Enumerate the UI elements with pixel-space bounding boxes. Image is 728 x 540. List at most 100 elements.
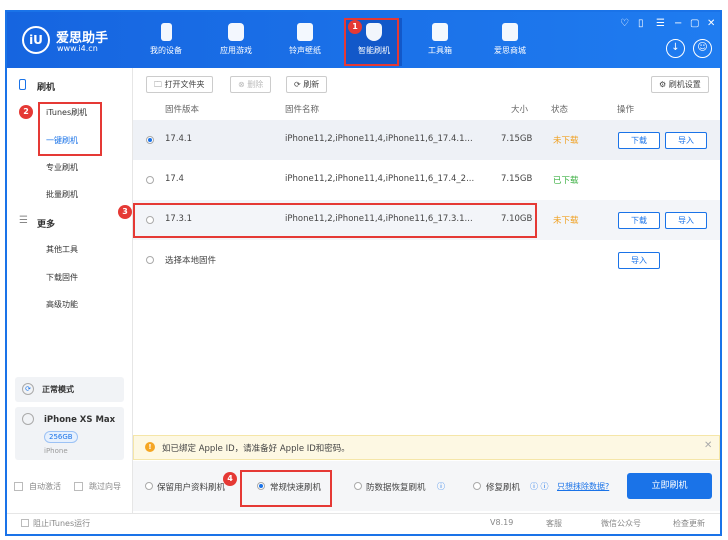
import-button[interactable]: 导入 [618,252,660,269]
app-url: www.i4.cn [57,44,98,53]
import-button[interactable]: 导入 [665,132,707,149]
download-button[interactable]: 下载 [618,132,660,149]
download-icon[interactable]: ↓ [666,39,685,58]
flash-settings-button[interactable]: ⚙ 刷机设置 [651,76,709,93]
user-icon[interactable]: ☺ [693,39,712,58]
open-folder-button[interactable]: 🗀 打开文件夹 [146,76,213,93]
flash-now-button[interactable]: 立即刷机 [627,473,712,499]
sidebar-item-pro-flash[interactable]: 专业刷机 [46,162,78,173]
annotation-badge: 3 [118,205,132,219]
notice-text: 如已绑定 Apple ID，请准备好 Apple ID和密码。 [162,444,350,454]
device-name: iPhone XS Max [44,415,116,425]
version: 17.4 [165,174,184,184]
mode-panel: ⟳ 正常模式 [15,377,124,402]
cube-icon [228,23,244,41]
skip-guide-label: 跳过向导 [89,482,121,491]
gear-icon: ⚙ [659,80,669,89]
auto-activate-label: 自动激活 [29,482,61,491]
import-button[interactable]: 导入 [665,212,707,229]
nav-store[interactable]: 爱思商城 [482,18,538,66]
row-radio[interactable] [146,176,154,184]
shirt-icon[interactable]: ♡ [620,18,629,29]
wechat-link[interactable]: 微信公众号 [601,518,641,529]
header-actions: 操作 [617,105,635,115]
sidebar-item-other-tools[interactable]: 其他工具 [46,244,78,255]
size: 7.15GB [501,134,533,144]
highlight-box-3 [133,203,537,238]
delete-button[interactable]: ⊗ 删除 [230,76,272,93]
help-icon[interactable]: ⓘ ⓘ [530,481,549,492]
row-radio[interactable] [146,136,154,144]
storage-badge: 256GB [44,431,78,443]
annotation-badge: 4 [223,472,237,486]
music-folder-icon [297,23,313,41]
row-radio[interactable] [146,256,154,264]
option-anti-recovery[interactable]: 防数据恢复刷机 [366,481,426,493]
block-itunes-checkbox[interactable] [21,519,29,527]
phone-icon [22,413,34,425]
label: 刷新 [303,80,320,89]
refresh-icon: ⟳ [294,80,304,89]
folder-icon: 🗀 [154,80,165,89]
download-button[interactable]: 下载 [618,212,660,229]
option-repair-flash[interactable]: 修复刷机 [486,481,520,493]
sync-icon: ⟳ [22,383,34,395]
sidebar-item-download-firmware[interactable]: 下载固件 [46,272,78,283]
option-keep-data[interactable]: 保留用户资料刷机 [157,481,225,493]
help-icon[interactable]: ⓘ [437,481,445,492]
skip-guide-checkbox[interactable] [74,482,83,491]
option-radio-anti-recovery[interactable] [354,482,362,490]
nav-label: 爱思商城 [494,46,526,55]
sidebar-section-more: 更多 [37,220,56,230]
phone-icon [160,23,172,41]
nav-label: 铃声壁纸 [289,46,321,55]
erase-data-link[interactable]: 只想抹除数据? [557,481,609,492]
highlight-box-2 [38,102,102,156]
firmware-name: iPhone11,2,iPhone11,4,iPhone11,6_17.4.1.… [285,134,473,144]
mode-label: 正常模式 [42,385,74,394]
table-row[interactable]: 选择本地固件 导入 [133,240,720,280]
annotation-badge: 1 [348,20,362,34]
sidebar-section-flash: 刷机 [37,83,56,93]
label: 打开文件夹 [164,80,205,89]
device-panel: iPhone XS Max 256GB iPhone [15,407,124,460]
table-row[interactable]: 17.4 iPhone11,2,iPhone11,4,iPhone11,6_17… [133,160,720,200]
label: 刷机设置 [668,80,701,89]
table-row[interactable]: 17.4.1 iPhone11,2,iPhone11,4,iPhone11,6_… [133,120,720,160]
header-size: 大小 [511,105,529,115]
version: 17.4.1 [165,134,193,144]
annotation-badge: 2 [19,105,33,119]
header-status: 状态 [551,105,569,115]
menu-icon[interactable]: ☰ [656,18,665,29]
close-icon[interactable]: ✕ [707,18,715,29]
sidebar-item-advanced[interactable]: 高级功能 [46,299,78,310]
status: 未下载 [553,216,579,226]
nav-apps-games[interactable]: 应用游戏 [208,18,264,66]
toolbox-icon [432,23,448,41]
nav-my-device[interactable]: 我的设备 [138,18,194,66]
option-radio-repair[interactable] [473,482,481,490]
device-type: iPhone [44,447,68,455]
table-header: 固件版本 固件名称 大小 状态 操作 [133,100,720,118]
option-radio-keep-data[interactable] [145,482,153,490]
close-icon[interactable]: ✕ [704,440,712,451]
nav-ringtones[interactable]: 铃声壁纸 [277,18,333,66]
refresh-button[interactable]: ⟳ 刷新 [286,76,328,93]
delete-icon: ⊗ [238,80,248,89]
minimize-icon[interactable]: − [674,18,682,29]
note-icon[interactable]: ▯ [638,18,644,29]
warning-icon: ! [145,442,155,452]
maximize-icon[interactable]: ▢ [690,18,699,29]
nav-label: 我的设备 [150,46,182,55]
label: 删除 [247,80,264,89]
nav-label: 应用游戏 [220,46,252,55]
status: 未下载 [553,136,579,146]
support-link[interactable]: 客服 [546,518,562,529]
highlight-box-4 [240,470,332,507]
local-firmware-label: 选择本地固件 [165,256,217,266]
menu-icon: ☰ [19,215,28,226]
sidebar-item-batch-flash[interactable]: 批量刷机 [46,189,78,200]
check-update-link[interactable]: 检查更新 [673,518,705,529]
nav-toolbox[interactable]: 工具箱 [412,18,468,66]
auto-activate-checkbox[interactable] [14,482,23,491]
